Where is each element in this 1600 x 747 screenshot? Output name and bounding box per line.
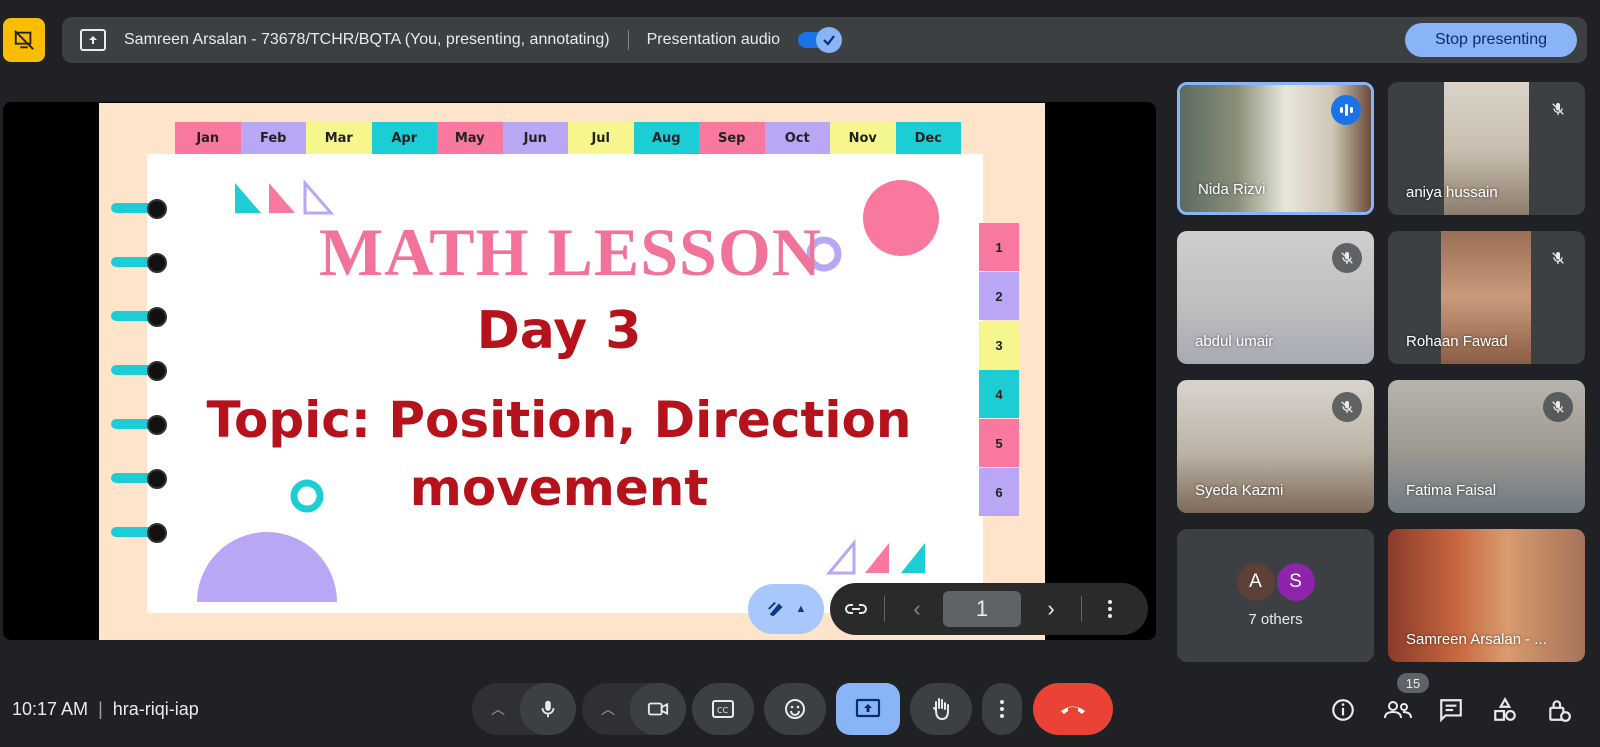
present-screen-icon xyxy=(855,698,881,718)
deco-circle xyxy=(863,180,939,256)
participant-tile[interactable]: Nida Rizvi xyxy=(1177,82,1374,215)
reactions-button[interactable] xyxy=(764,683,826,735)
emoji-icon xyxy=(785,699,805,719)
participant-name: abdul umair xyxy=(1195,333,1274,350)
presentation-stage: Jan Feb Mar Apr May Jun Jul Aug Sep Oct Nov Dec 123… xyxy=(3,102,1156,640)
pen-icon xyxy=(767,601,783,617)
participant-count-badge: 15 xyxy=(1397,673,1429,693)
slide-topic-line2: movement xyxy=(409,459,709,517)
presentation-audio-label: Presentation audio xyxy=(646,31,781,48)
page-number[interactable]: 1 xyxy=(943,591,1021,627)
participant-name: Rohaan Fawad xyxy=(1406,333,1508,350)
microphone-icon xyxy=(541,700,555,718)
slide-topic-line1: Topic: Position, Direction xyxy=(206,391,912,449)
meeting-code: hra-riqi-iap xyxy=(112,699,199,719)
presentation-warning-icon[interactable] xyxy=(3,18,45,62)
mic-off-icon xyxy=(1332,243,1362,273)
mic-off-icon xyxy=(1332,392,1362,422)
participant-name: Fatima Faisal xyxy=(1406,482,1497,499)
chevron-up-icon: ︿ xyxy=(601,701,615,717)
presenting-banner: Samreen Arsalan - 73678/TCHR/BQTA (You, … xyxy=(62,17,1587,63)
host-controls-icon[interactable] xyxy=(1545,696,1573,724)
meet-window: Samreen Arsalan - 73678/TCHR/BQTA (You, … xyxy=(0,0,1600,747)
presentation-audio-toggle[interactable] xyxy=(798,27,843,53)
participant-name: Syeda Kazmi xyxy=(1195,482,1284,499)
slide-controls: ‹ 1 › xyxy=(830,583,1148,635)
end-call-icon xyxy=(1061,706,1085,714)
chat-icon[interactable] xyxy=(1437,696,1465,724)
previous-slide-icon[interactable]: ‹ xyxy=(899,591,935,627)
microphone-button[interactable] xyxy=(520,683,576,735)
video-options-button[interactable]: ︿ xyxy=(582,683,634,735)
slide-title: MATH LESSON xyxy=(319,214,822,290)
deco-triangle xyxy=(235,183,261,213)
more-options-icon[interactable] xyxy=(1092,591,1128,627)
avatar: S xyxy=(1276,563,1315,601)
present-screen-icon xyxy=(80,29,106,51)
participant-name: Nida Rizvi xyxy=(1198,181,1266,198)
chevron-up-icon: ︿ xyxy=(491,701,505,717)
mic-off-icon xyxy=(1543,392,1573,422)
camera-icon xyxy=(647,702,669,716)
banner-divider xyxy=(627,30,629,50)
nav-divider xyxy=(1081,596,1082,622)
meeting-details-icon[interactable] xyxy=(1329,696,1357,724)
speaking-indicator-icon xyxy=(1331,95,1361,125)
deco-triangle xyxy=(901,543,925,573)
present-now-button[interactable] xyxy=(836,683,900,735)
participant-tile[interactable]: Rohaan Fawad xyxy=(1388,231,1585,364)
caret-up-icon: ▲ xyxy=(795,603,807,615)
participant-name: Samreen Arsalan - ... xyxy=(1406,631,1547,648)
deco-half-circle xyxy=(197,532,337,602)
participant-tile[interactable]: Fatima Faisal xyxy=(1388,380,1585,513)
more-options-button[interactable] xyxy=(982,683,1022,735)
clock-time: 10:17 AM xyxy=(12,699,89,719)
slide-day: Day 3 xyxy=(476,301,642,361)
people-icon[interactable] xyxy=(1383,696,1413,724)
deco-triangle xyxy=(865,543,889,573)
others-avatars: A S xyxy=(1236,563,1315,601)
avatar: A xyxy=(1236,563,1275,601)
hand-icon xyxy=(933,698,949,721)
deco-triangle xyxy=(303,178,335,215)
participant-tile[interactable]: Syeda Kazmi xyxy=(1177,380,1374,513)
camera-button[interactable] xyxy=(630,683,686,735)
participant-tile[interactable]: aniya hussain xyxy=(1388,82,1585,215)
meeting-info: 10:17 AM | hra-riqi-iap xyxy=(12,699,199,720)
mic-off-icon xyxy=(1543,94,1573,124)
captions-icon: CC xyxy=(712,700,734,718)
stop-presenting-button[interactable]: Stop presenting xyxy=(1405,23,1577,57)
check-icon xyxy=(816,27,843,53)
others-tile[interactable]: A S 7 others xyxy=(1177,529,1374,662)
svg-text:CC: CC xyxy=(717,706,729,715)
raise-hand-button[interactable] xyxy=(910,683,972,735)
mic-off-icon xyxy=(1543,243,1573,273)
more-options-icon xyxy=(1000,700,1004,718)
others-label: 7 others xyxy=(1248,611,1303,628)
nav-divider xyxy=(884,596,885,622)
participant-name: aniya hussain xyxy=(1406,184,1498,201)
participant-tile[interactable]: abdul umair xyxy=(1177,231,1374,364)
audio-options-button[interactable]: ︿ xyxy=(472,683,524,735)
copy-link-icon[interactable] xyxy=(838,591,874,627)
info-divider: | xyxy=(98,699,103,719)
slide: Jan Feb Mar Apr May Jun Jul Aug Sep Oct Nov Dec 123… xyxy=(99,103,1045,640)
next-slide-icon[interactable]: › xyxy=(1033,591,1069,627)
participant-tile-self[interactable]: Samreen Arsalan - ... xyxy=(1388,529,1585,662)
deco-triangle xyxy=(269,183,295,213)
annotation-tools-button[interactable]: ▲ xyxy=(748,584,824,634)
activities-icon[interactable] xyxy=(1491,696,1519,724)
deco-triangle xyxy=(825,538,856,575)
leave-call-button[interactable] xyxy=(1033,683,1113,735)
captions-button[interactable]: CC xyxy=(692,683,754,735)
slide-decorations xyxy=(197,178,939,602)
presenter-text: Samreen Arsalan - 73678/TCHR/BQTA (You, … xyxy=(124,31,610,48)
